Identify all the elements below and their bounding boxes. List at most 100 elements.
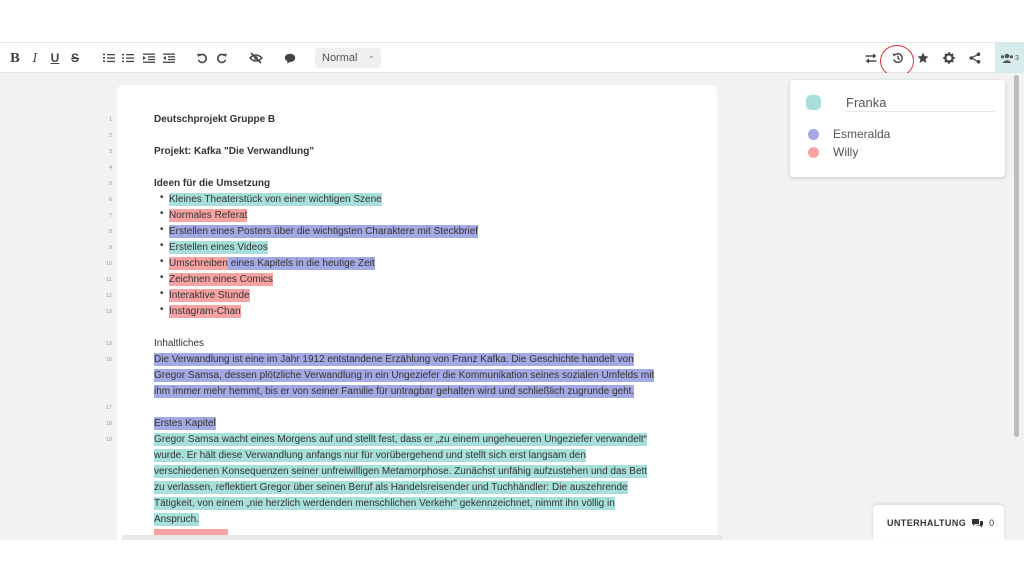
ordered-list-icon[interactable] [101, 43, 117, 73]
app-window: B I U S Normal ⌄ 3 1 2 3 4 5 6 7 8 9 10 … [0, 0, 1024, 576]
chat-label: UNTERHALTUNG [887, 517, 967, 528]
divider [845, 111, 995, 112]
paragraph-line[interactable]: Tätigkeit, von einem „nie herzlich werde… [154, 496, 615, 512]
line-number: 19 [105, 437, 112, 443]
paragraph-text: zu verlassen, reflektiert Gregor über se… [154, 481, 628, 494]
participant-item[interactable]: Willy [808, 145, 858, 159]
line-number: 2 [108, 133, 112, 139]
underline-button[interactable]: U [48, 43, 62, 73]
paragraph-text: Gregor Samsa wacht eines Morgens auf und… [154, 433, 648, 446]
bullet-dot: • [160, 224, 164, 235]
chat-toggle-button[interactable]: UNTERHALTUNG 0 [873, 505, 1004, 540]
users-icon [1001, 53, 1014, 63]
participant-name: Franka [846, 95, 887, 110]
star-icon[interactable] [915, 43, 931, 73]
doc-project-title[interactable]: Projekt: Kafka "Die Verwandlung" [154, 144, 314, 160]
participant-color-dot [808, 128, 819, 140]
paragraph-line[interactable]: wurde. Er hält diese Verwandlung anfangs… [154, 448, 586, 464]
eye-slash-icon[interactable] [247, 43, 265, 73]
format-select-value: Normal [322, 52, 358, 64]
share-icon[interactable] [967, 43, 983, 73]
line-number: 5 [108, 181, 112, 187]
paragraph-line[interactable]: verschiedenen Konsequenzen seiner unfrei… [154, 464, 648, 480]
list-item-text-part: eines Kapitels in die heutige Zeit [230, 258, 375, 269]
list-item[interactable]: Erstellen eines Videos [169, 240, 268, 256]
line-number: 1 [108, 117, 112, 123]
list-item[interactable]: Zeichnen eines Comics [169, 272, 273, 288]
list-item[interactable]: Interaktive Stunde [169, 288, 250, 304]
paragraph-line[interactable]: zu verlassen, reflektiert Gregor über se… [154, 480, 628, 496]
line-number: 17 [105, 405, 112, 411]
doc-subheading[interactable]: Inhaltliches [154, 336, 204, 352]
participant-name: Willy [833, 145, 859, 159]
paragraph-text: Die Verwandlung ist eine im Jahr 1912 en… [154, 353, 634, 366]
paragraph-line[interactable]: Die Verwandlung ist eine im Jahr 1912 en… [154, 352, 634, 368]
list-item[interactable]: Kleines Theaterstück von einer wichtigen… [169, 192, 382, 208]
top-band [0, 0, 1024, 42]
paragraph-line[interactable]: Gregor Samsa, dessen plötzliche Verwandl… [154, 368, 655, 384]
list-item-text: Interaktive Stunde [169, 289, 250, 302]
indent-icon[interactable] [141, 43, 157, 73]
line-number: 12 [105, 293, 112, 299]
paragraph-text: verschiedenen Konsequenzen seiner unfrei… [154, 465, 648, 478]
italic-button[interactable]: I [29, 43, 41, 73]
bullet-dot: • [160, 240, 164, 251]
participants-count: 3 [1015, 54, 1019, 62]
list-item-text: Umschreiben [169, 257, 228, 270]
swap-icon[interactable] [863, 43, 879, 73]
line-number: 7 [108, 213, 112, 219]
line-number: 11 [106, 277, 112, 283]
list-item-text: Erstellen eines Posters über die wichtig… [169, 225, 479, 238]
line-number: 3 [108, 149, 112, 155]
format-select[interactable]: Normal ⌄ [315, 48, 381, 68]
participant-color-dot [808, 146, 819, 158]
list-item[interactable]: Normales Referat [169, 208, 248, 224]
editor-toolbar: B I U S Normal ⌄ 3 [0, 42, 1024, 73]
horizontal-scrollbar[interactable] [122, 535, 722, 540]
list-item[interactable]: Instagram-Chan [169, 304, 241, 320]
list-item[interactable]: Erstellen eines Posters über die wichtig… [169, 224, 479, 240]
bullet-list-icon[interactable] [120, 43, 136, 73]
participant-name: Esmeralda [833, 127, 891, 141]
line-number: 6 [108, 197, 112, 203]
paragraph-text: Anspruch. [154, 513, 200, 526]
bullet-dot: • [160, 208, 164, 219]
gear-icon[interactable] [941, 43, 957, 73]
doc-heading[interactable]: Deutschprojekt Gruppe B [154, 112, 275, 128]
paragraph-line[interactable]: Anspruch. [154, 512, 200, 528]
undo-icon[interactable] [194, 43, 210, 73]
strikethrough-button[interactable]: S [68, 43, 82, 73]
line-number: 13 [105, 309, 112, 315]
paragraph-line[interactable]: Gregor Samsa wacht eines Morgens auf und… [154, 432, 648, 448]
participant-item[interactable]: Esmeralda [808, 127, 890, 141]
chapter-heading[interactable]: Erstes Kapitel [154, 416, 216, 432]
vertical-scrollbar[interactable] [1014, 75, 1019, 437]
bullet-dot: • [160, 304, 164, 315]
paragraph-text: ihm immer mehr hemmt, bis er von seiner … [154, 385, 635, 398]
chapter-heading-text: Erstes Kapitel [154, 417, 216, 430]
paragraph-text: Gregor Samsa, dessen plötzliche Verwandl… [154, 369, 655, 382]
chat-bubbles-icon [972, 518, 984, 527]
bold-button[interactable]: B [8, 43, 22, 73]
participants-button[interactable]: 3 [995, 43, 1024, 73]
chat-count: 0 [989, 517, 995, 528]
bullet-dot: • [160, 192, 164, 203]
chevron-down-icon: ⌄ [367, 50, 375, 60]
participants-panel: Franka Esmeralda Willy [790, 80, 1005, 177]
line-number: 8 [108, 229, 112, 235]
bullet-dot: • [160, 288, 164, 299]
list-item[interactable]: Umschreiben eines Kapitels in die heutig… [169, 256, 375, 272]
list-item-text-continued: eines Kapitels in die heutige Zeit [227, 257, 375, 270]
paragraph-text: wurde. Er hält diese Verwandlung anfangs… [154, 449, 586, 462]
participant-current[interactable]: Franka [806, 95, 886, 110]
line-number: 18 [105, 421, 112, 427]
redo-icon[interactable] [214, 43, 230, 73]
participant-color-swatch [806, 95, 821, 110]
outdent-icon[interactable] [161, 43, 177, 73]
list-item-text: Instagram-Chan [169, 305, 241, 318]
paragraph-line[interactable]: ihm immer mehr hemmt, bis er von seiner … [154, 384, 635, 400]
list-item-text: Zeichnen eines Comics [169, 273, 273, 286]
doc-section-heading[interactable]: Ideen für die Umsetzung [154, 176, 270, 192]
comment-icon[interactable] [282, 43, 298, 73]
list-item-text: Erstellen eines Videos [169, 241, 268, 254]
